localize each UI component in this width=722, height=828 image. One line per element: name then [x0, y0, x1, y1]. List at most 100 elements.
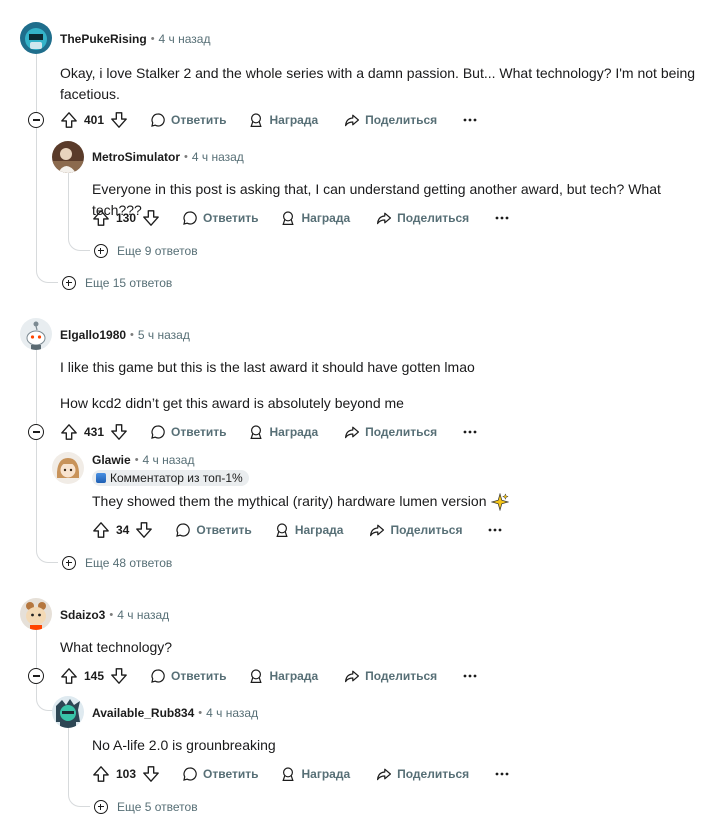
top-commenter-badge[interactable]: Комментатор из топ-1%: [92, 470, 249, 486]
share-label: Поделиться: [365, 113, 438, 127]
collapse-thread-button[interactable]: [28, 112, 44, 128]
more-options-button[interactable]: [495, 772, 509, 776]
comment-time[interactable]: 4 ч назад: [192, 150, 244, 164]
reply-button[interactable]: Ответить: [182, 766, 258, 782]
more-replies-link[interactable]: Еще 9 ответов: [94, 243, 198, 259]
avatar[interactable]: [52, 696, 84, 728]
downvote-button[interactable]: [110, 423, 128, 441]
award-button[interactable]: Награда: [248, 668, 318, 684]
avatar[interactable]: [52, 452, 84, 484]
reply-label: Ответить: [171, 669, 227, 683]
comment-actions: 130 Ответить Награда Поделиться: [92, 206, 509, 230]
comment-body-line: How kcd2 didn’t get this award is absolu…: [60, 395, 404, 411]
avatar[interactable]: [52, 141, 84, 173]
more-replies-link[interactable]: Еще 15 ответов: [62, 275, 172, 291]
comment-body: No A-life 2.0 is grounbreaking: [92, 737, 276, 753]
collapse-thread-button[interactable]: [28, 668, 44, 684]
separator-dot: •: [198, 707, 203, 719]
separator-dot: •: [134, 454, 139, 466]
share-button[interactable]: Поделиться: [376, 766, 469, 782]
upvote-icon: [93, 210, 109, 226]
award-label: Награда: [301, 767, 351, 781]
comment-time[interactable]: 4 ч назад: [159, 32, 211, 46]
comment-actions: 103 Ответить Награда Поделиться: [92, 762, 509, 786]
downvote-button[interactable]: [110, 111, 128, 129]
avatar[interactable]: [20, 22, 52, 54]
downvote-icon: [111, 668, 127, 684]
share-button[interactable]: Поделиться: [344, 424, 437, 440]
downvote-icon: [111, 424, 127, 440]
more-options-button[interactable]: [463, 674, 477, 678]
more-options-button[interactable]: [463, 118, 477, 122]
upvote-button[interactable]: [92, 209, 110, 227]
share-icon: [377, 212, 392, 225]
comment-time[interactable]: 4 ч назад: [206, 706, 258, 720]
reply-button[interactable]: Ответить: [150, 112, 226, 128]
award-button[interactable]: Награда: [248, 112, 318, 128]
more-replies-label: Еще 9 ответов: [117, 244, 198, 258]
collapse-thread-button[interactable]: [28, 424, 44, 440]
plus-circle-icon: [62, 276, 76, 290]
share-button[interactable]: Поделиться: [344, 668, 437, 684]
award-icon: [282, 211, 295, 225]
comment-author[interactable]: Sdaizo3: [60, 608, 105, 622]
comment-actions: 401 Ответить Награда Поделиться: [60, 108, 477, 132]
comment-author[interactable]: ThePukeRising: [60, 32, 147, 46]
comment-author[interactable]: Elgallo1980: [60, 328, 126, 342]
separator-dot: •: [184, 151, 188, 163]
comment-author[interactable]: Glawie: [92, 453, 131, 467]
more-options-button[interactable]: [463, 430, 477, 434]
award-icon: [250, 425, 263, 439]
badge-label: Комментатор из топ-1%: [110, 471, 243, 485]
ellipsis-icon: [463, 674, 477, 678]
upvote-button[interactable]: [60, 111, 78, 129]
share-button[interactable]: Поделиться: [369, 522, 462, 538]
separator-dot: •: [130, 329, 134, 341]
share-button[interactable]: Поделиться: [344, 112, 437, 128]
comment-icon: [183, 211, 197, 225]
downvote-icon: [143, 210, 159, 226]
reply-button[interactable]: Ответить: [150, 424, 226, 440]
upvote-button[interactable]: [92, 521, 110, 539]
plus-circle-icon: [62, 556, 76, 570]
upvote-button[interactable]: [92, 765, 110, 783]
reply-button[interactable]: Ответить: [175, 522, 252, 538]
share-icon: [345, 670, 360, 683]
upvote-button[interactable]: [60, 423, 78, 441]
comment-author[interactable]: Available_Rub834: [92, 706, 194, 720]
reply-label: Ответить: [203, 211, 259, 225]
downvote-button[interactable]: [110, 667, 128, 685]
comment-time[interactable]: 4 ч назад: [117, 608, 169, 622]
upvote-button[interactable]: [60, 667, 78, 685]
avatar[interactable]: [20, 318, 52, 350]
reply-button[interactable]: Ответить: [150, 668, 226, 684]
avatar[interactable]: [20, 598, 52, 630]
comment-time[interactable]: 4 ч назад: [143, 453, 195, 467]
downvote-button[interactable]: [142, 765, 160, 783]
share-label: Поделиться: [365, 425, 438, 439]
downvote-button[interactable]: [142, 209, 160, 227]
comment-time[interactable]: 5 ч назад: [138, 328, 190, 342]
more-replies-label: Еще 15 ответов: [85, 276, 173, 290]
more-options-button[interactable]: [488, 528, 502, 532]
share-button[interactable]: Поделиться: [376, 210, 469, 226]
award-button[interactable]: Награда: [280, 210, 350, 226]
more-replies-link[interactable]: Еще 5 ответов: [94, 799, 198, 815]
comment-author[interactable]: MetroSimulator: [92, 150, 180, 164]
vote-count: 103: [116, 767, 137, 781]
award-button[interactable]: Награда: [274, 522, 344, 538]
more-replies-label: Еще 5 ответов: [117, 800, 198, 814]
share-label: Поделиться: [397, 211, 470, 225]
ellipsis-icon: [495, 216, 509, 220]
more-options-button[interactable]: [495, 216, 509, 220]
comment-body-line: Okay, i love Stalker 2 and the whole ser…: [60, 65, 696, 81]
vote-count: 401: [84, 113, 105, 127]
comment-icon: [176, 523, 191, 537]
award-button[interactable]: Награда: [248, 424, 318, 440]
reply-button[interactable]: Ответить: [182, 210, 258, 226]
award-button[interactable]: Награда: [280, 766, 350, 782]
award-label: Награда: [294, 523, 344, 537]
downvote-button[interactable]: [135, 521, 153, 539]
more-replies-link[interactable]: Еще 48 ответов: [62, 555, 172, 571]
comment-icon: [151, 425, 165, 439]
